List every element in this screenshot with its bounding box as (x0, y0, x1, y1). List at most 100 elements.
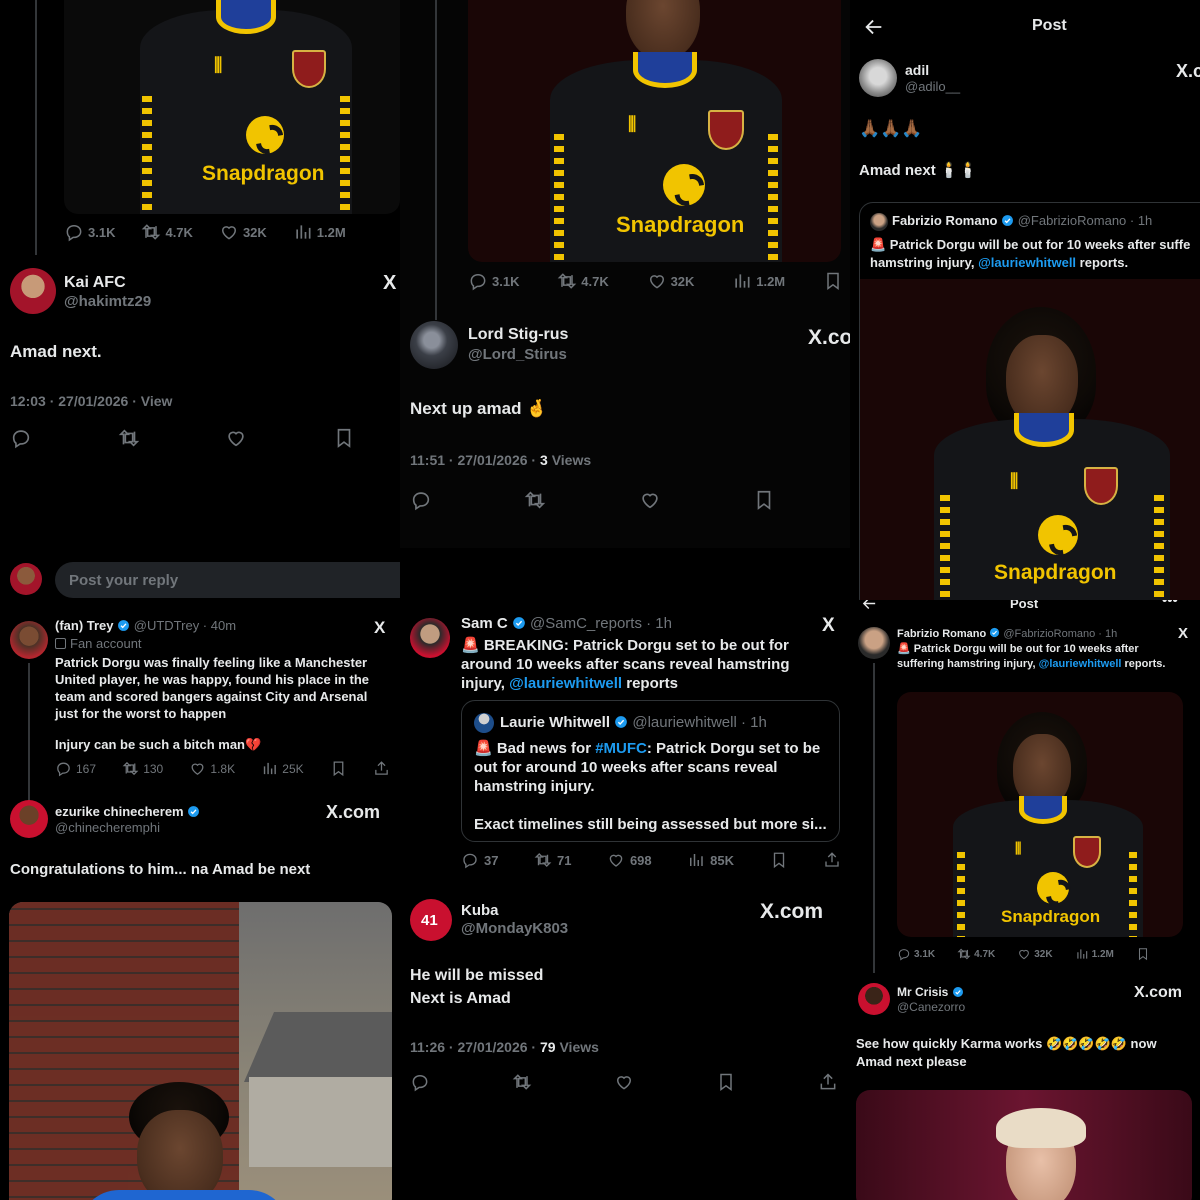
reply-icon[interactable] (410, 1072, 430, 1092)
back-arrow-icon[interactable] (861, 600, 878, 612)
author-handle[interactable]: @MondayK803 (461, 920, 568, 937)
tweet-meta: 11:51 · 27/01/2026 · 3 Views (410, 452, 591, 468)
repost-icon[interactable] (512, 1072, 532, 1092)
like-icon[interactable] (225, 427, 247, 449)
avatar[interactable] (858, 983, 890, 1015)
bookmark-icon[interactable] (333, 427, 355, 449)
reply-icon[interactable] (10, 427, 32, 449)
repost-icon[interactable] (118, 427, 140, 449)
author-handle[interactable]: @adilo__ (905, 79, 960, 94)
views-button[interactable]: 1.2M (1075, 947, 1114, 961)
avatar[interactable] (10, 621, 48, 659)
tweet-meta: 12:03 · 27/01/2026 · View (10, 393, 173, 409)
like-button[interactable]: 698 (607, 851, 652, 869)
bookmark-icon[interactable] (716, 1072, 736, 1092)
dorgu-photo[interactable]: ⫼ Snapdragon (468, 0, 841, 262)
back-arrow-icon[interactable] (863, 16, 885, 38)
author-name[interactable]: ezurike chinecherem (55, 804, 200, 819)
bookmark-icon[interactable] (1136, 947, 1150, 961)
x-logo-icon: X (383, 272, 397, 294)
author-handle[interactable]: @chinecheremphi (55, 820, 160, 835)
bookmark-icon[interactable] (753, 489, 775, 511)
repost-button[interactable]: 4.7K (141, 222, 193, 242)
author-name[interactable]: Fabrizio Romano @FabrizioRomano · 1h (897, 627, 1117, 640)
dorgu-photo[interactable]: ⫼ Snapdragon (897, 692, 1183, 937)
avatar[interactable] (410, 618, 450, 658)
repost-button[interactable]: 4.7K (957, 947, 995, 961)
verified-badge-icon (1001, 214, 1014, 227)
hashtag-link[interactable]: #MUFC (595, 740, 647, 757)
adidas-logo-icon: ⫼ (1010, 471, 1019, 491)
dorgu-photo[interactable]: ⫼ Snapdragon (64, 0, 400, 214)
author-name[interactable]: Kai AFC (64, 274, 126, 292)
views-button[interactable]: 25K (261, 760, 304, 777)
tweet-meta: 11:26 · 27/01/2026 · 79 Views (410, 1039, 599, 1055)
bookmark-icon[interactable] (330, 760, 347, 777)
avatar[interactable] (859, 59, 897, 97)
like-icon[interactable] (614, 1072, 634, 1092)
mention-link[interactable]: @lauriewhitwell (509, 675, 622, 692)
repost-button[interactable]: 130 (122, 760, 163, 777)
reply-icon (64, 222, 84, 242)
repost-icon[interactable] (524, 489, 546, 511)
panel-replies-left: Post your reply (fan) Trey @UTDTrey · 40… (0, 548, 400, 1200)
roof (244, 1012, 392, 1082)
repost-button[interactable]: 71 (534, 851, 571, 869)
like-icon[interactable] (639, 489, 661, 511)
share-icon[interactable] (373, 760, 390, 777)
tweet-actions: 3.1K 4.7K 32K 1.2M (64, 222, 400, 242)
quoted-tweet[interactable]: Laurie Whitwell @lauriewhitwell · 1h 🚨 B… (461, 700, 840, 842)
reply-button[interactable]: 3.1K (897, 947, 935, 961)
avatar[interactable]: 41 (410, 899, 452, 941)
bookmark-icon[interactable] (770, 851, 788, 869)
bookmark-icon[interactable] (823, 271, 843, 291)
like-button[interactable]: 32K (1017, 947, 1053, 961)
reply-button[interactable]: 37 (461, 851, 498, 869)
avatar[interactable] (10, 268, 56, 314)
repost-button[interactable]: 4.7K (557, 271, 609, 291)
author-handle[interactable]: @Lord_Stirus (468, 346, 567, 363)
author-name[interactable]: Sam C @SamC_reports · 1h (461, 615, 672, 632)
attached-photo[interactable] (856, 1090, 1192, 1200)
like-icon (647, 271, 667, 291)
dorgu-photo[interactable]: ⫼ Snapdragon (860, 279, 1200, 600)
quoted-tweet[interactable]: Fabrizio Romano @FabrizioRomano · 1h 🚨 P… (859, 202, 1200, 600)
avatar[interactable] (410, 321, 458, 369)
verified-badge-icon (989, 627, 1000, 638)
like-button[interactable]: 32K (647, 271, 694, 291)
reply-icon[interactable] (410, 489, 432, 511)
like-button[interactable]: 1.8K (189, 760, 235, 777)
author-name[interactable]: Kuba (461, 902, 499, 919)
author-name[interactable]: (fan) Trey @UTDTrey · 40m (55, 618, 236, 633)
tweet-text: 🚨 BREAKING: Patrick Dorgu set to be out … (461, 637, 790, 692)
share-icon[interactable] (818, 1072, 838, 1092)
like-button[interactable]: 32K (219, 222, 267, 242)
tweet-actions (10, 427, 355, 449)
author-handle[interactable]: @hakimtz29 (64, 293, 151, 310)
attached-photo[interactable] (9, 902, 392, 1200)
reply-input[interactable]: Post your reply (55, 562, 400, 598)
reply-button[interactable]: 3.1K (64, 222, 115, 242)
more-options-icon[interactable]: ••• (1162, 600, 1178, 609)
avatar[interactable] (10, 800, 48, 838)
views-icon (261, 760, 278, 777)
avatar[interactable] (858, 627, 890, 659)
author-handle[interactable]: @Canezorro (897, 1000, 965, 1014)
share-icon[interactable] (823, 851, 841, 869)
avatar[interactable] (10, 563, 42, 595)
author-name[interactable]: adil (905, 62, 929, 78)
panel-lord-stig-rus: ⫼ Snapdragon 3.1K 4.7K 32K 1.2M Lord Sti… (400, 0, 850, 548)
reply-button[interactable]: 167 (55, 760, 96, 777)
views-button[interactable]: 1.2M (293, 222, 346, 242)
views-button[interactable]: 1.2M (732, 271, 785, 291)
author-name[interactable]: Mr Crisis (897, 985, 964, 999)
reply-button[interactable]: 3.1K (468, 271, 519, 291)
author-name[interactable]: Lord Stig-rus (468, 326, 568, 344)
quoted-text-line2: hamstring injury, @lauriewhitwell report… (870, 255, 1129, 270)
sponsor-text: Snapdragon (994, 561, 1117, 584)
mention-link[interactable]: @lauriewhitwell (978, 255, 1076, 270)
views-label: Views (559, 1039, 599, 1055)
snapdragon-logo-icon (246, 116, 284, 154)
views-button[interactable]: 85K (687, 851, 734, 869)
mention-link[interactable]: @lauriewhitwell (1039, 658, 1122, 670)
